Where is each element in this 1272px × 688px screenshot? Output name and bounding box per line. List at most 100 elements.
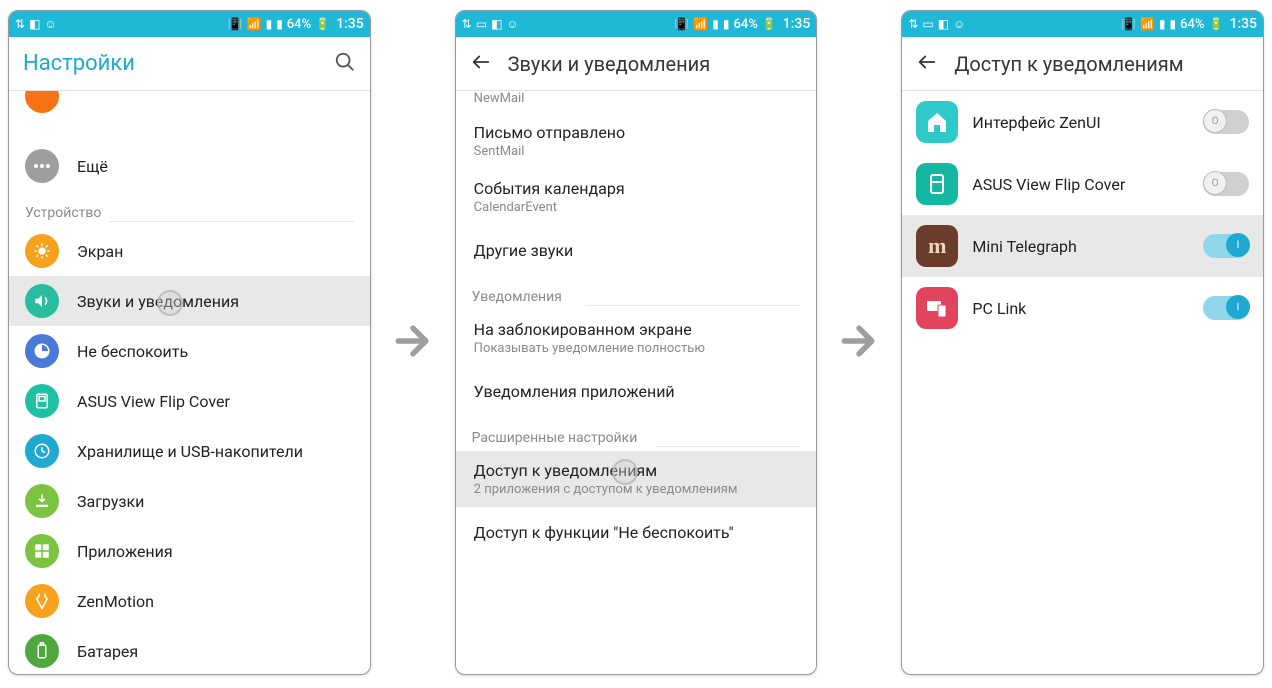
row-label: Не беспокоить: [77, 342, 188, 361]
list-item[interactable]: Другие звуки: [456, 225, 817, 275]
toggle-switch[interactable]: I: [1203, 234, 1249, 258]
vibrate-icon: 📳: [1121, 18, 1136, 30]
app-icon: [916, 163, 958, 205]
flow-arrow: [391, 10, 435, 675]
app-row[interactable]: Интерфейс ZenUI O: [902, 91, 1263, 153]
divider: [109, 221, 354, 222]
status-icon: ⇅: [908, 18, 918, 30]
toggle-knob: I: [1226, 233, 1250, 257]
toggle-knob: O: [1203, 171, 1227, 195]
status-icon: ▭: [476, 18, 487, 30]
screen-settings: ⇅ ◧ ☺ 📳 📶 ▮ ▮ 64% 🔋 1:35 Настройки Ещ: [8, 10, 371, 675]
app-icon: m: [916, 225, 958, 267]
list-item[interactable]: [9, 91, 370, 141]
toggle-knob: O: [1203, 109, 1227, 133]
more-icon: [25, 149, 59, 183]
list-item[interactable]: ASUS View Flip Cover: [9, 376, 370, 426]
status-bar: ⇅ ▭ ◧ ☺ 📳 📶 ▮ ▮ 64% 🔋 1:35: [456, 11, 817, 37]
status-icon: ▭: [922, 18, 933, 30]
list-item[interactable]: События календаряCalendarEvent: [456, 169, 817, 225]
clock: 1:35: [336, 16, 364, 32]
list-item[interactable]: Уведомления приложений: [456, 366, 817, 416]
app-icon: [916, 287, 958, 329]
app-row[interactable]: PC Link I: [902, 277, 1263, 339]
list-item[interactable]: Письмо отправлено SentMail: [456, 113, 817, 169]
row-label: Батарея: [77, 642, 138, 661]
row-label: Доступ к уведомлениям: [474, 461, 657, 480]
page-title: Доступ к уведомлениям: [954, 52, 1183, 76]
settings-list[interactable]: Ещё Устройство ЭкранЗвуки и уведомленияН…: [9, 91, 370, 674]
row-icon: [25, 584, 59, 618]
signal-icon: ▮: [1159, 18, 1166, 30]
signal-icon: ▮: [276, 18, 283, 30]
status-icon: ◧: [29, 18, 40, 30]
divider: [656, 446, 801, 447]
clock: 1:35: [1229, 16, 1257, 32]
row-label: Экран: [77, 242, 123, 261]
list-item[interactable]: Приложения: [9, 526, 370, 576]
wifi-icon: 📶: [247, 18, 262, 30]
signal-icon: ▮: [266, 18, 273, 30]
app-row[interactable]: ASUS View Flip Cover O: [902, 153, 1263, 215]
row-label: ASUS View Flip Cover: [77, 392, 230, 411]
arrow-right-icon: [837, 319, 881, 367]
list-item-more[interactable]: Ещё: [9, 141, 370, 191]
list-item[interactable]: ZenMotion: [9, 576, 370, 626]
status-icon: ⇅: [462, 18, 472, 30]
status-bar: ⇅ ▭ ◧ ☺ 📳 📶 ▮ ▮ 64% 🔋 1:35: [902, 11, 1263, 37]
app-icon: [916, 101, 958, 143]
row-sublabel: NewMail: [474, 91, 525, 106]
arrow-right-icon: [391, 319, 435, 367]
search-icon[interactable]: [334, 51, 356, 77]
status-icon: ☺: [506, 18, 518, 30]
list-item[interactable]: Батарея: [9, 626, 370, 674]
battery-icon: 🔋: [1209, 18, 1224, 30]
row-icon: [25, 384, 59, 418]
row-label: Письмо отправлено: [474, 123, 625, 142]
battery-icon: 🔋: [762, 18, 777, 30]
back-icon[interactable]: [470, 51, 492, 77]
back-icon[interactable]: [916, 51, 938, 77]
row-sublabel: Показывать уведомление полностью: [474, 341, 705, 356]
app-name: Mini Telegraph: [972, 237, 1189, 256]
list-item[interactable]: NewMail: [456, 91, 817, 113]
flow-arrow: [837, 10, 881, 675]
list-item[interactable]: Доступ к функции "Не беспокоить": [456, 507, 817, 557]
page-title: Звуки и уведомления: [508, 52, 711, 76]
sounds-list[interactable]: NewMail Письмо отправлено SentMail События …: [456, 91, 817, 674]
list-item[interactable]: Хранилище и USB-накопители: [9, 426, 370, 476]
list-item[interactable]: Экран: [9, 226, 370, 276]
row-icon: [25, 634, 59, 668]
row-label: На заблокированном экране: [474, 320, 692, 339]
row-label: Другие звуки: [474, 241, 574, 260]
row-icon: [25, 284, 59, 318]
list-item[interactable]: Звуки и уведомления: [9, 276, 370, 326]
list-item[interactable]: Доступ к уведомлениям2 приложения с дост…: [456, 451, 817, 507]
access-list[interactable]: Интерфейс ZenUI O ASUS View Flip Cover Om Mi…: [902, 91, 1263, 674]
row-sublabel: SentMail: [474, 144, 525, 159]
app-name: PC Link: [972, 299, 1189, 318]
row-label: Уведомления приложений: [474, 382, 675, 401]
row-label: События календаря: [474, 179, 625, 198]
row-icon: [25, 534, 59, 568]
row-label: Ещё: [77, 157, 108, 176]
app-row[interactable]: m Mini Telegraph I: [902, 215, 1263, 277]
row-label: Доступ к функции "Не беспокоить": [474, 523, 734, 542]
list-item[interactable]: На заблокированном экране Показывать увед…: [456, 310, 817, 366]
app-name: ASUS View Flip Cover: [972, 175, 1189, 194]
page-title: Настройки: [23, 51, 318, 76]
toggle-switch[interactable]: I: [1203, 296, 1249, 320]
row-icon: [25, 234, 59, 268]
status-left: ⇅ ◧ ☺: [15, 18, 57, 30]
battery-icon: 🔋: [315, 18, 330, 30]
list-item[interactable]: Загрузки: [9, 476, 370, 526]
signal-icon: ▮: [712, 18, 719, 30]
row-label: ZenMotion: [77, 592, 154, 611]
list-item[interactable]: Не беспокоить: [9, 326, 370, 376]
battery-percent: 64%: [1180, 17, 1204, 32]
toggle-switch[interactable]: O: [1203, 110, 1249, 134]
vibrate-icon: 📳: [674, 18, 689, 30]
toggle-switch[interactable]: O: [1203, 172, 1249, 196]
row-label: Хранилище и USB-накопители: [77, 442, 303, 461]
app-name: Интерфейс ZenUI: [972, 113, 1189, 132]
